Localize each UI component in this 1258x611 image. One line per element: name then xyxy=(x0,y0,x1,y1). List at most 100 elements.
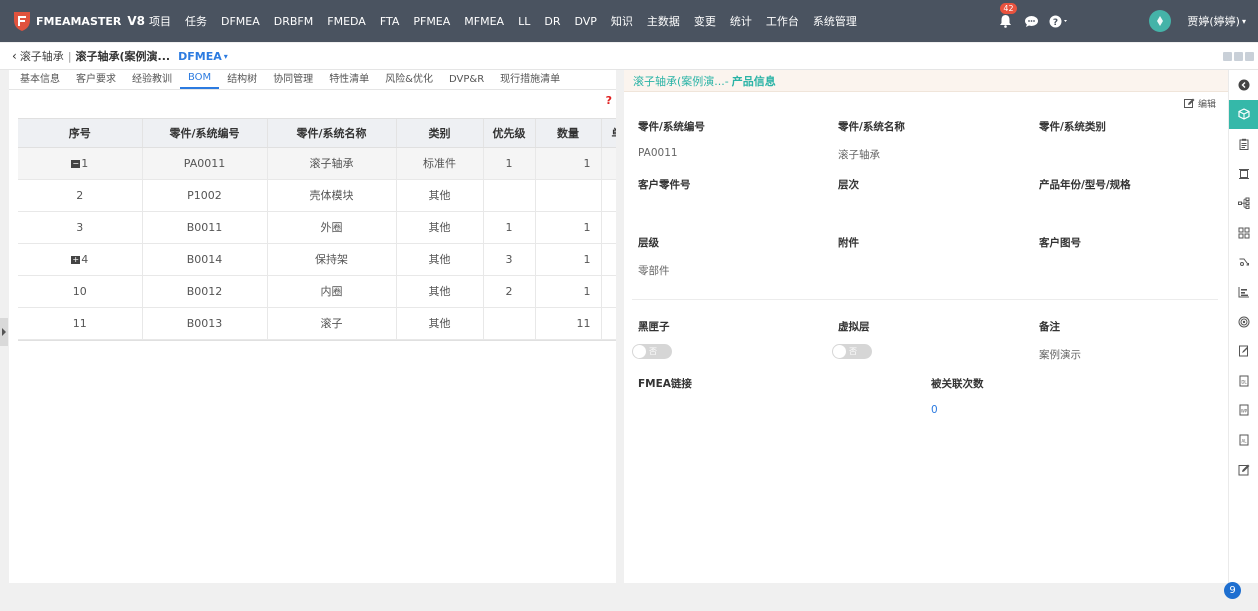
black-box-toggle[interactable]: 否 xyxy=(632,344,672,359)
tab-dvpr[interactable]: DVP&R xyxy=(441,74,492,89)
logo-text: FMEAMASTER xyxy=(36,14,122,28)
wp-document-icon[interactable]: WP xyxy=(1229,396,1258,426)
menu-item-system-admin[interactable]: 系统管理 xyxy=(806,13,864,29)
tab-lessons-learned[interactable]: 经验教训 xyxy=(124,70,180,89)
field-label: 客户零件号 xyxy=(638,179,691,191)
help-icon[interactable]: ? xyxy=(1047,11,1073,31)
page-number-badge[interactable]: 9 xyxy=(1224,582,1241,599)
col-header-seq[interactable]: 序号 xyxy=(18,119,143,148)
menu-item-mfmea[interactable]: MFMEA xyxy=(457,15,511,28)
tab-customer-requirements[interactable]: 客户要求 xyxy=(68,70,124,89)
tab-characteristics[interactable]: 特性清单 xyxy=(321,70,377,89)
row-priority-cell: 2 xyxy=(483,275,536,308)
row-seq-cell: 2 xyxy=(18,179,143,212)
menu-item-project[interactable]: 项目 xyxy=(142,13,178,29)
table-row[interactable]: −1 PA0011 滚子轴承 标准件 1 1 xyxy=(18,147,616,180)
edit-square-icon[interactable] xyxy=(1229,455,1258,485)
row-seq-cell: +4 xyxy=(18,243,143,276)
menu-item-task[interactable]: 任务 xyxy=(178,13,214,29)
breadcrumb-item-project[interactable]: 滚子轴承 xyxy=(20,48,64,64)
bell-icon[interactable]: 42 xyxy=(995,3,1017,31)
linked-count-link[interactable]: 0 xyxy=(931,404,984,416)
row-seq-cell: 11 xyxy=(18,307,143,340)
row-priority-cell: 1 xyxy=(483,147,536,180)
tab-structure-tree[interactable]: 结构树 xyxy=(219,70,265,89)
table-row[interactable]: 2 P1002 壳体模块 其他 xyxy=(18,179,616,212)
edit-button[interactable]: 编辑 xyxy=(1183,97,1216,110)
bottom-bar xyxy=(0,583,1258,611)
table-row[interactable]: 11 B0013 滚子 其他 11 xyxy=(18,307,616,340)
col-header-priority[interactable]: 优先级 xyxy=(483,119,536,148)
field-grade: 层级 零部件 xyxy=(638,235,670,278)
col-header-qty[interactable]: 数量 xyxy=(535,119,602,148)
col-header-category[interactable]: 类别 xyxy=(396,119,484,148)
tab-collaboration[interactable]: 协同管理 xyxy=(265,70,321,89)
col-header-code[interactable]: 零件/系统编号 xyxy=(142,119,268,148)
row-name-cell: 内圈 xyxy=(267,275,397,308)
field-black-box: 黑匣子 否 xyxy=(632,319,672,359)
menu-item-fmeda[interactable]: FMEDA xyxy=(320,15,373,28)
menu-item-workbench[interactable]: 工作台 xyxy=(759,13,806,29)
menu-item-knowledge[interactable]: 知识 xyxy=(604,13,640,29)
frame-icon[interactable] xyxy=(1229,159,1258,189)
bar-chart-icon[interactable] xyxy=(1229,277,1258,307)
col-header-unit[interactable]: 单 xyxy=(601,119,616,148)
link-tool-icon[interactable] xyxy=(1229,248,1258,278)
user-avatar[interactable] xyxy=(1149,10,1172,32)
tab-basic-info[interactable]: 基本信息 xyxy=(12,70,68,89)
table-row[interactable]: 3 B0011 外圈 其他 1 1 xyxy=(18,211,616,244)
chat-icon[interactable] xyxy=(1021,11,1041,31)
grid-icon[interactable] xyxy=(1229,218,1258,248)
breadcrumb-item-current: 滚子轴承(案例演... xyxy=(75,50,171,63)
menu-item-dr[interactable]: DR xyxy=(537,15,567,28)
panel-splitter[interactable] xyxy=(616,70,624,583)
fmea-type-dropdown[interactable]: DFMEA xyxy=(178,50,222,63)
back-icon[interactable]: ‹ xyxy=(12,49,17,63)
menu-item-drbfm[interactable]: DRBFM xyxy=(267,15,320,28)
collapse-panel-icon[interactable] xyxy=(1229,70,1258,100)
chevron-down-icon[interactable]: ▾ xyxy=(1242,17,1246,26)
main-menu: 项目 任务 DFMEA DRBFM FMEDA FTA PFMEA MFMEA … xyxy=(142,13,864,29)
row-qty-cell: 1 xyxy=(535,275,602,308)
virtual-layer-toggle[interactable]: 否 xyxy=(832,344,872,359)
username-dropdown[interactable]: 贾婷(婷婷) xyxy=(1187,13,1240,29)
chevron-down-icon[interactable]: ▾ xyxy=(224,52,228,61)
breadcrumb: ‹ 滚子轴承 | 滚子轴承(案例演... DFMEA ▾ xyxy=(0,43,1258,70)
row-priority-cell xyxy=(483,179,536,212)
menu-item-change[interactable]: 变更 xyxy=(687,13,723,29)
table-row[interactable]: 10 B0012 内圈 其他 2 1 xyxy=(18,275,616,308)
menu-item-master-data[interactable]: 主数据 xyxy=(640,13,687,29)
dl-document-icon[interactable]: DL xyxy=(1229,366,1258,396)
tab-risk-optimization[interactable]: 风险&优化 xyxy=(377,70,441,89)
tree-structure-icon[interactable] xyxy=(1229,188,1258,218)
col-header-name[interactable]: 零件/系统名称 xyxy=(267,119,397,148)
row-qty-cell: 1 xyxy=(535,147,602,180)
field-value: 案例演示 xyxy=(1039,349,1081,361)
menu-item-dvp[interactable]: DVP xyxy=(567,15,603,28)
help-question-mark[interactable]: ? xyxy=(606,94,612,107)
document-edit-icon[interactable] xyxy=(1229,336,1258,366)
expand-icon[interactable]: + xyxy=(71,255,81,264)
tab-bom[interactable]: BOM xyxy=(180,72,220,89)
field-value: 零部件 xyxy=(638,265,670,277)
app-logo[interactable]: FMEAMASTER V8 xyxy=(12,10,145,32)
table-row[interactable]: +4 B0014 保持架 其他 3 1 xyxy=(18,243,616,276)
target-icon[interactable] xyxy=(1229,307,1258,337)
row-unit-cell xyxy=(601,147,616,180)
menu-item-ll[interactable]: LL xyxy=(511,15,537,28)
tab-current-measures[interactable]: 现行措施清单 xyxy=(492,70,568,89)
sidebar-expand-handle[interactable] xyxy=(0,318,8,346)
clipboard-icon[interactable] xyxy=(1229,129,1258,159)
field-linked-count: 被关联次数 0 xyxy=(931,376,984,416)
menu-item-dfmea[interactable]: DFMEA xyxy=(214,15,267,28)
svg-text:AL: AL xyxy=(1242,438,1248,443)
layout-switch-icons[interactable] xyxy=(1223,52,1254,61)
collapse-icon[interactable]: − xyxy=(71,159,81,168)
row-priority-cell: 1 xyxy=(483,211,536,244)
al-document-icon[interactable]: AL xyxy=(1229,425,1258,455)
product-info-icon[interactable] xyxy=(1229,99,1258,130)
menu-item-statistics[interactable]: 统计 xyxy=(723,13,759,29)
field-model-spec: 产品年份/型号/规格 xyxy=(1039,177,1131,192)
menu-item-pfmea[interactable]: PFMEA xyxy=(406,15,457,28)
menu-item-fta[interactable]: FTA xyxy=(373,15,407,28)
